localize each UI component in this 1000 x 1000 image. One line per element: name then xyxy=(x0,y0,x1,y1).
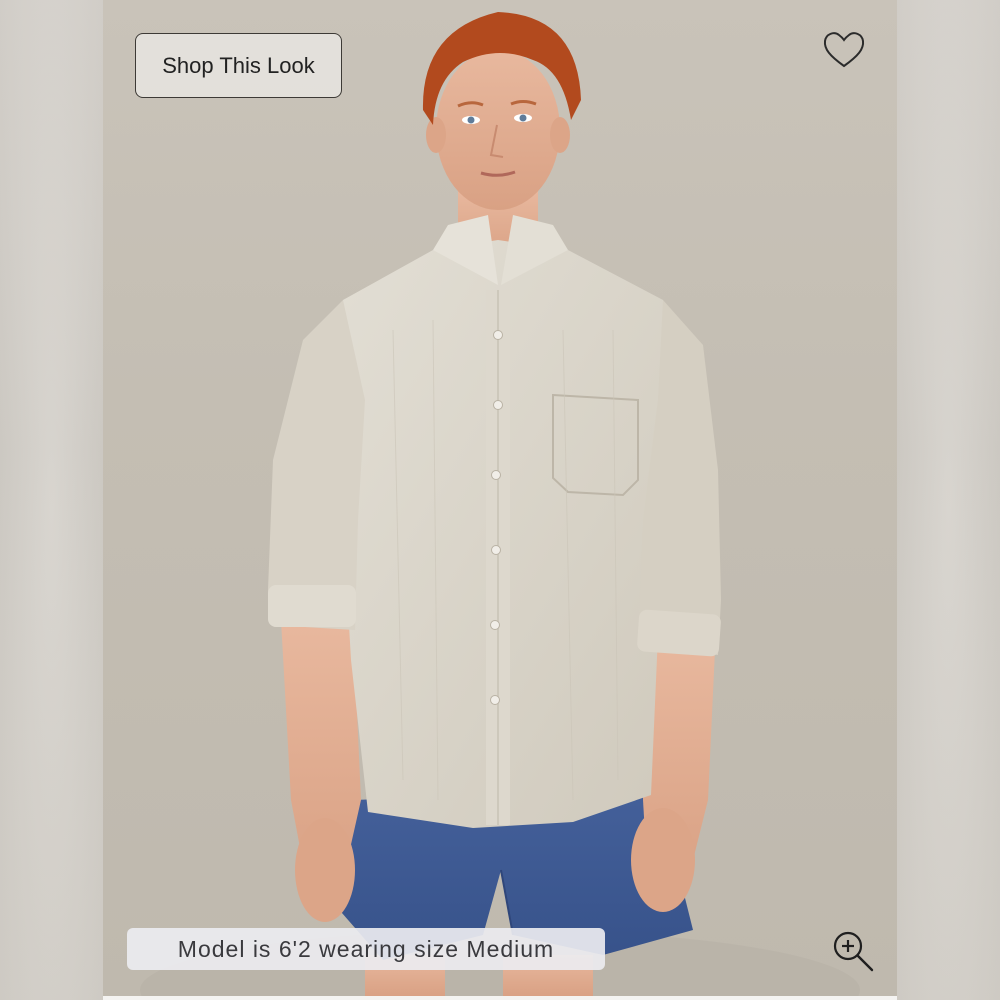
shop-this-look-button[interactable]: Shop This Look xyxy=(135,33,342,98)
model-illustration xyxy=(140,12,860,996)
zoom-in-icon[interactable] xyxy=(828,926,876,974)
model-size-text: Model is 6'2 wearing size Medium xyxy=(177,935,555,962)
product-photo[interactable] xyxy=(103,0,897,996)
blurred-right-margin xyxy=(897,0,1000,1000)
model-size-caption: Model is 6'2 wearing size Medium xyxy=(127,928,605,970)
bottom-edge xyxy=(103,996,897,1000)
shop-this-look-label: Shop This Look xyxy=(162,52,315,78)
product-image-frame: Shop This Look Model is 6'2 wearing size… xyxy=(0,0,1000,1000)
favorite-heart-icon[interactable] xyxy=(822,30,866,70)
blurred-left-margin xyxy=(0,0,103,1000)
